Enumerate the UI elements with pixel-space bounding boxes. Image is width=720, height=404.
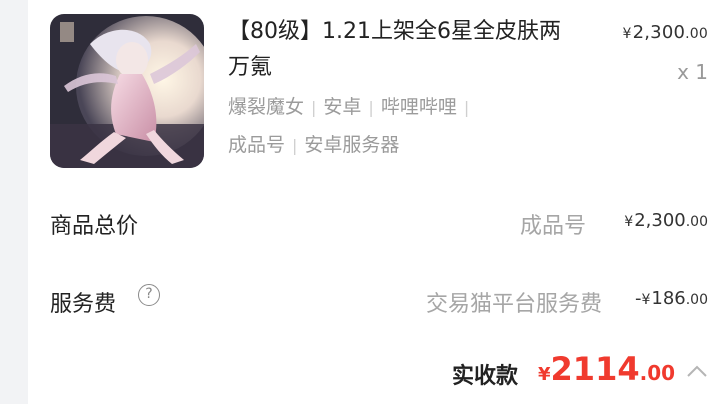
service-fee-sub: 交易猫平台服务费 [425,292,602,317]
product-tags-line-2: 成品号 | 安卓服务器 [228,130,558,157]
currency-symbol: ¥ [622,26,632,42]
tag-server: 安卓服务器 [304,134,400,156]
price-decimal: .00 [685,26,708,42]
product-thumbnail[interactable] [50,14,204,168]
tag-type: 成品号 [228,134,286,156]
order-card: 【80级】1.21上架全6星全皮肤两万氪 ¥2,300.00 x 1 爆裂魔女 |… [28,0,720,404]
tag-separator: | [368,98,374,117]
currency-symbol: ¥ [538,364,551,385]
product-tags-line-1: 爆裂魔女 | 安卓 | 哔哩哔哩 | [228,92,558,119]
currency-symbol: ¥ [641,292,651,308]
currency-symbol: ¥ [624,214,634,230]
price-decimal: .00 [685,214,708,230]
actual-payment-label: 实收款 [452,364,519,389]
price-integer: 186 [651,288,686,309]
tag-channel: 哔哩哔哩 [380,96,457,118]
service-fee-value: -¥186.00 [635,288,708,309]
tag-separator: | [311,98,317,117]
product-title[interactable]: 【80级】1.21上架全6星全皮肤两万氪 [228,14,573,86]
price-integer: 2,300 [632,22,686,43]
actual-payment-amount: ¥2114.00 [538,350,675,388]
total-price-sub: 成品号 [519,214,586,239]
payment-integer: 2114 [550,350,640,388]
total-price-value: ¥2,300.00 [624,210,708,231]
product-quantity: x 1 [677,60,708,84]
price-decimal: .00 [685,292,708,308]
product-unit-price: ¥2,300.00 [622,22,708,43]
help-icon[interactable]: ? [138,284,160,306]
character-artwork-icon [50,14,204,168]
total-price-label: 商品总价 [50,214,139,239]
chevron-up-icon[interactable] [686,364,708,378]
tag-platform: 安卓 [323,96,362,118]
tag-game: 爆裂魔女 [228,96,305,118]
tag-separator: | [292,136,298,155]
payment-decimal: .00 [639,361,676,385]
service-fee-label: 服务费 [50,292,117,317]
price-integer: 2,300 [634,210,686,231]
tag-separator: | [463,98,470,117]
